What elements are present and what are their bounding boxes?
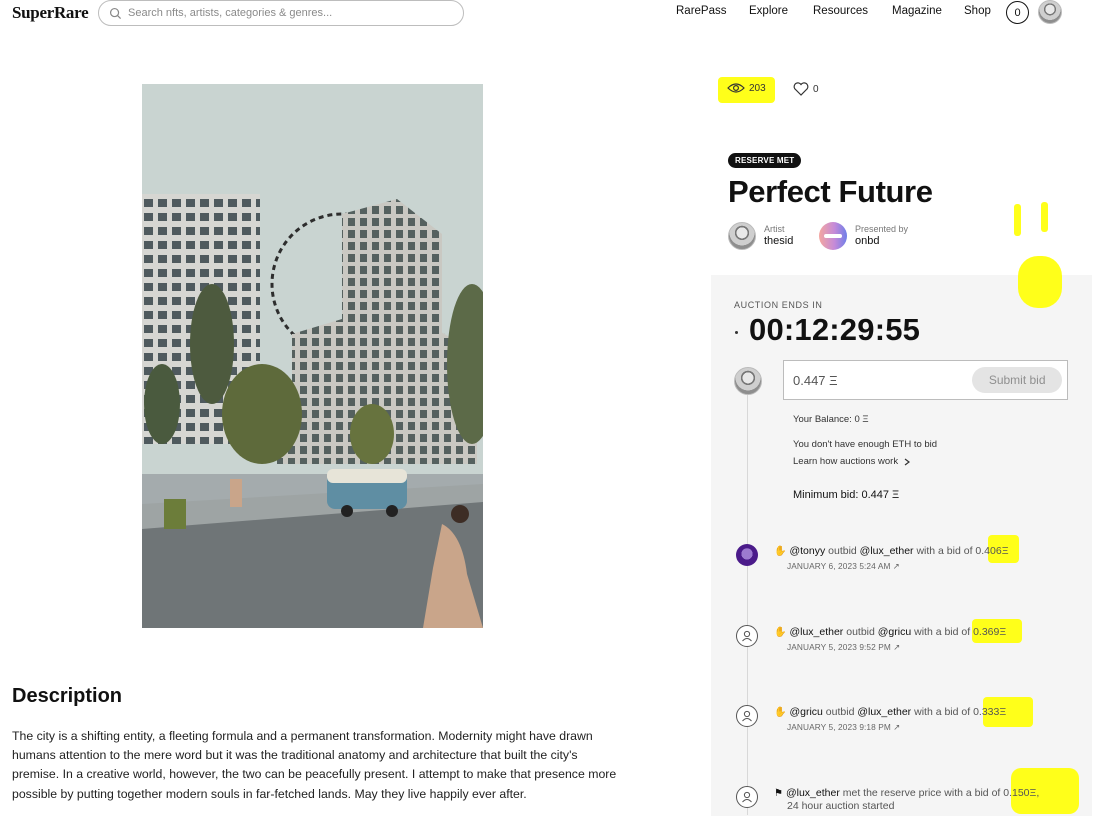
presenter-name[interactable]: onbd bbox=[855, 235, 908, 248]
likes-value: 0 bbox=[813, 83, 819, 95]
history-bid-text: with a bid of bbox=[916, 545, 973, 557]
nav-resources[interactable]: Resources bbox=[813, 5, 868, 17]
balance-text: Your Balance: 0 Ξ bbox=[793, 414, 869, 425]
flag-icon: ⚑ bbox=[774, 788, 783, 799]
search-input[interactable] bbox=[128, 7, 448, 19]
history-target[interactable]: @gricu bbox=[878, 626, 911, 638]
notifications-button[interactable]: 0 bbox=[1006, 1, 1029, 24]
history-bid-text: with a bid of bbox=[914, 626, 971, 638]
history-user[interactable]: @gricu bbox=[789, 706, 822, 718]
presenter-avatar[interactable] bbox=[819, 222, 847, 250]
history-date[interactable]: JANUARY 6, 2023 5:24 AM ↗ bbox=[787, 561, 900, 571]
reserve-met-badge: RESERVE MET bbox=[728, 153, 802, 168]
bid-form[interactable]: Submit bid bbox=[783, 360, 1068, 400]
bidder-avatar[interactable] bbox=[736, 705, 758, 727]
presenter-link[interactable]: Presented by onbd bbox=[819, 222, 908, 250]
timer-dot-icon bbox=[735, 331, 738, 334]
history-date[interactable]: JANUARY 5, 2023 9:18 PM ↗ bbox=[787, 722, 900, 732]
hand-icon: ✋ bbox=[774, 546, 787, 557]
history-text: ✋ @gricu outbid @lux_ether with a bid of … bbox=[774, 705, 1006, 720]
history-date[interactable]: JANUARY 5, 2023 9:52 PM ↗ bbox=[787, 642, 900, 652]
artist-role-label: Artist bbox=[764, 224, 785, 234]
history-text: ✋ @lux_ether outbid @gricu with a bid of … bbox=[774, 625, 1006, 640]
user-icon bbox=[742, 791, 752, 803]
insufficient-eth-text: You don't have enough ETH to bid bbox=[793, 439, 938, 450]
artwork-image[interactable] bbox=[142, 84, 483, 628]
user-icon bbox=[742, 710, 752, 722]
nav-shop[interactable]: Shop bbox=[964, 5, 991, 17]
history-user[interactable]: @lux_ether bbox=[786, 787, 840, 799]
minimum-bid: Minimum bid: 0.447 Ξ bbox=[793, 489, 900, 501]
history-action: outbid bbox=[828, 545, 857, 557]
hand-icon: ✋ bbox=[774, 707, 787, 718]
submit-bid-button[interactable]: Submit bid bbox=[972, 367, 1062, 393]
bid-amount-input[interactable] bbox=[793, 372, 973, 388]
artist-avatar[interactable] bbox=[728, 222, 756, 250]
history-target[interactable]: @lux_ether bbox=[857, 706, 911, 718]
history-amount: 0.406Ξ bbox=[975, 545, 1009, 557]
auction-timer: 00:12:29:55 bbox=[749, 312, 921, 347]
nav-magazine[interactable]: Magazine bbox=[892, 5, 942, 17]
bidder-avatar[interactable] bbox=[736, 625, 758, 647]
heart-icon[interactable] bbox=[793, 82, 809, 96]
views-count: 203 bbox=[727, 82, 766, 94]
user-icon bbox=[742, 630, 752, 642]
learn-auctions-link[interactable]: Learn how auctions work bbox=[793, 456, 912, 467]
artwork-title: Perfect Future bbox=[728, 174, 933, 209]
description-text: The city is a shifting entity, a fleetin… bbox=[12, 729, 617, 801]
bidder-avatar[interactable] bbox=[736, 544, 758, 566]
learn-auctions-label[interactable]: Learn how auctions work bbox=[793, 456, 898, 467]
history-text: ✋ @tonyy outbid @lux_ether with a bid of … bbox=[774, 544, 1009, 559]
auction-ends-label: AUCTION ENDS IN bbox=[734, 300, 823, 310]
search-bar[interactable] bbox=[98, 0, 464, 26]
history-action: outbid bbox=[825, 706, 855, 718]
nav-explore[interactable]: Explore bbox=[749, 5, 788, 17]
bidder-avatar[interactable] bbox=[736, 786, 758, 808]
like-button[interactable]: 0 bbox=[793, 82, 819, 96]
history-target[interactable]: @lux_ether bbox=[860, 545, 914, 557]
artist-name[interactable]: thesid bbox=[764, 235, 793, 248]
nav-rarepass[interactable]: RarePass bbox=[676, 5, 727, 17]
history-user[interactable]: @lux_ether bbox=[789, 626, 843, 638]
superrare-logo[interactable]: SuperRare bbox=[12, 3, 89, 23]
history-action: met the reserve price with a bid of bbox=[842, 787, 1001, 799]
history-bid-text: with a bid of bbox=[914, 706, 971, 718]
history-amount: 0.333Ξ bbox=[973, 706, 1007, 718]
hand-icon: ✋ bbox=[774, 627, 787, 638]
history-amount: 0.369Ξ bbox=[973, 626, 1007, 638]
chevron-right-icon bbox=[904, 458, 911, 465]
presenter-role-label: Presented by bbox=[855, 224, 909, 234]
history-text: ⚑ @lux_ether met the reserve price with a… bbox=[774, 786, 1039, 801]
history-action: outbid bbox=[846, 626, 875, 638]
user-avatar[interactable] bbox=[1038, 0, 1062, 24]
search-icon bbox=[109, 7, 122, 19]
history-auction-started: 24 hour auction started bbox=[787, 800, 895, 812]
views-value: 203 bbox=[749, 82, 766, 94]
history-timeline bbox=[747, 395, 748, 815]
history-amount: 0.150Ξ, bbox=[1003, 787, 1040, 799]
artist-link[interactable]: Artist thesid bbox=[728, 222, 793, 250]
description-heading: Description bbox=[12, 685, 123, 707]
bidder-avatar bbox=[734, 367, 762, 395]
eye-icon bbox=[727, 83, 745, 93]
history-user[interactable]: @tonyy bbox=[789, 545, 825, 557]
